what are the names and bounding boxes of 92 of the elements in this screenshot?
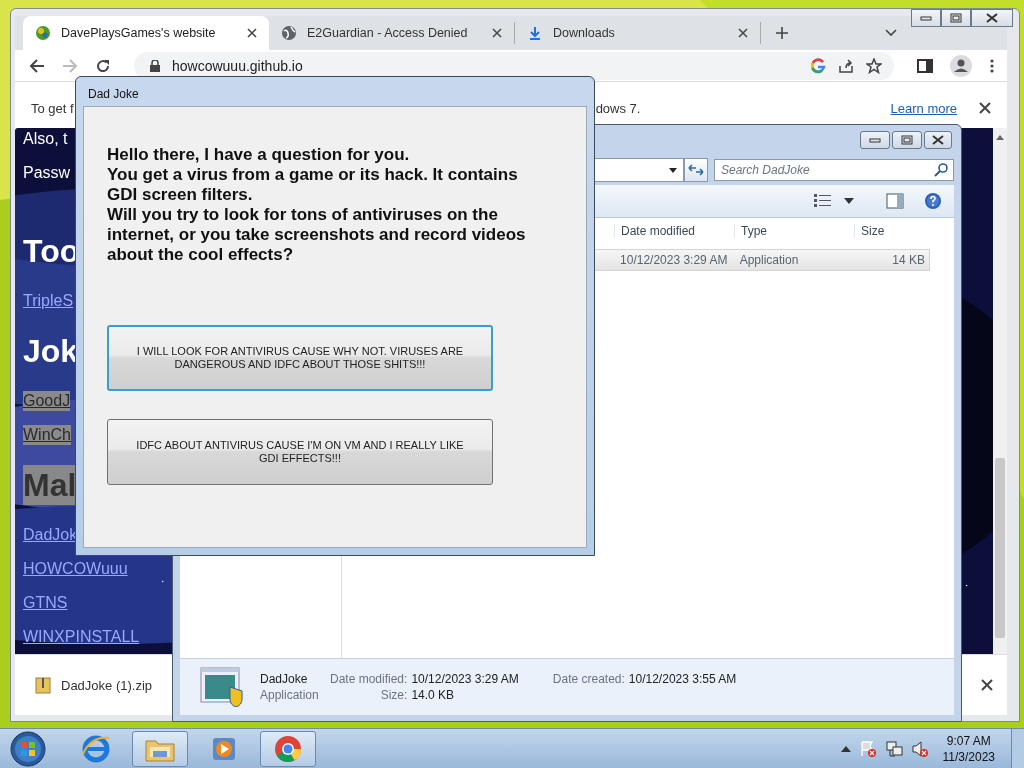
address-bar[interactable]: howcowuuu.github.io bbox=[134, 51, 894, 80]
page-heading: Mal bbox=[23, 465, 77, 505]
scroll-thumb[interactable] bbox=[995, 458, 1005, 638]
close-icon[interactable] bbox=[981, 679, 993, 691]
page-link[interactable]: TripleS bbox=[23, 284, 74, 318]
ball-icon bbox=[35, 25, 51, 41]
colored-ring-icon[interactable] bbox=[810, 57, 826, 74]
file-cell-text: 14 KB bbox=[891, 253, 926, 267]
refresh-button[interactable] bbox=[684, 158, 708, 182]
network-icon[interactable] bbox=[884, 739, 903, 758]
menu-icon[interactable] bbox=[989, 57, 995, 74]
detail-value: 10/12/2023 3:55 AM bbox=[628, 672, 737, 686]
zip-file-icon bbox=[35, 676, 51, 694]
file-type: Application bbox=[260, 688, 320, 702]
close-button[interactable] bbox=[971, 9, 1013, 27]
infobar-text: To get f bbox=[31, 100, 74, 116]
dropdown-icon[interactable] bbox=[844, 198, 854, 204]
minimize-button[interactable] bbox=[911, 9, 941, 27]
reload-icon[interactable] bbox=[95, 57, 111, 74]
detail-label: Date created: bbox=[552, 672, 625, 686]
maximize-icon bbox=[950, 13, 962, 23]
browser-tab[interactable]: DavePlaysGames's website bbox=[23, 16, 269, 50]
page-link[interactable]: WinCh bbox=[23, 425, 71, 445]
page-text: Passw bbox=[23, 163, 71, 183]
close-icon[interactable] bbox=[979, 102, 991, 114]
start-button[interactable] bbox=[10, 730, 46, 767]
infobar-text: dows 7. bbox=[595, 100, 641, 116]
minimize-button[interactable] bbox=[860, 131, 890, 149]
scroll-up-icon[interactable] bbox=[996, 134, 1004, 140]
clock-time: 9:07 AM bbox=[946, 732, 991, 749]
maximize-icon bbox=[901, 135, 913, 145]
answer-button[interactable]: IDFC ABOUT ANTIVIRUS CAUSE I'M ON VM AND I REALLY LIKE GDI EFFECTS!!! bbox=[107, 419, 493, 485]
close-button[interactable] bbox=[924, 131, 952, 149]
close-icon[interactable] bbox=[492, 28, 502, 38]
browser-tab[interactable]: Downloads bbox=[515, 22, 761, 44]
scrollbar[interactable] bbox=[993, 128, 1007, 654]
maximize-button[interactable] bbox=[941, 9, 971, 27]
page-link[interactable]: HOWCOWuuu bbox=[23, 552, 128, 586]
taskbar-button[interactable] bbox=[132, 730, 188, 767]
minimize-icon bbox=[920, 15, 932, 21]
detail-label: Size: bbox=[379, 688, 408, 702]
help-icon[interactable] bbox=[924, 192, 942, 210]
detail-value: 14.0 KB bbox=[411, 688, 456, 702]
page-link[interactable]: GoodJ bbox=[23, 391, 71, 411]
column-header[interactable]: Type bbox=[734, 224, 854, 238]
caret-icon[interactable] bbox=[885, 29, 897, 37]
page-link[interactable]: WINXPINSTALL bbox=[23, 620, 140, 654]
clock-date: 11/3/2023 bbox=[942, 748, 995, 765]
taskbar-button[interactable] bbox=[260, 730, 316, 767]
back-icon[interactable] bbox=[29, 57, 45, 74]
view-list-icon[interactable] bbox=[814, 194, 832, 208]
page-link[interactable]: GTNS bbox=[23, 586, 68, 620]
close-icon[interactable] bbox=[247, 28, 257, 38]
close-icon[interactable] bbox=[738, 28, 748, 38]
preview-pane-icon[interactable] bbox=[886, 193, 904, 209]
dialog-title: Dad Joke bbox=[87, 86, 140, 103]
tray-arrow-icon[interactable] bbox=[840, 745, 851, 752]
column-header[interactable]: Date modified bbox=[614, 224, 734, 238]
flag-alert-icon[interactable] bbox=[858, 739, 877, 758]
page-link[interactable]: DadJok bbox=[23, 518, 78, 552]
refresh-icon bbox=[687, 163, 705, 177]
detail-value: 10/12/2023 3:29 AM bbox=[411, 672, 519, 686]
file-name: DadJoke bbox=[260, 672, 309, 686]
lock-icon bbox=[150, 59, 160, 72]
column-header[interactable]: Size bbox=[854, 224, 930, 238]
profile-icon[interactable] bbox=[950, 54, 972, 77]
star-icon[interactable] bbox=[866, 57, 882, 74]
globe-icon bbox=[281, 25, 297, 41]
browser-tab[interactable]: E2Guardian - Access Denied bbox=[269, 22, 515, 44]
browser-logo-icon bbox=[273, 733, 303, 764]
close-icon bbox=[931, 135, 945, 145]
file-cell-text: Application bbox=[738, 253, 800, 267]
volume-muted-icon[interactable] bbox=[910, 739, 929, 758]
detail-label: Date modified: bbox=[330, 672, 408, 686]
maximize-button[interactable] bbox=[892, 131, 922, 149]
browser-e-icon bbox=[81, 733, 111, 764]
learn-more-link[interactable]: Learn more bbox=[890, 100, 957, 116]
minimize-icon bbox=[869, 137, 881, 143]
answer-button[interactable]: I WILL LOOK FOR ANTIVIRUS CAUSE WHY NOT. VIRUSES ARE DANGEROUS AND IDFC ABOUT THOSE SHITS!!! bbox=[107, 325, 493, 391]
sidebar-icon[interactable] bbox=[917, 57, 933, 74]
page-heading: Jok bbox=[23, 332, 79, 371]
page-text: Also, t bbox=[23, 129, 68, 149]
search-field[interactable]: Search DadJoke bbox=[714, 159, 954, 181]
search-icon bbox=[934, 163, 948, 177]
share-icon[interactable] bbox=[838, 57, 854, 74]
application-icon bbox=[200, 667, 244, 707]
download-item[interactable]: DadJoke (1).zip bbox=[61, 677, 153, 693]
dropdown-icon[interactable] bbox=[669, 167, 677, 173]
file-cell-text: 10/12/2023 3:29 AM bbox=[619, 253, 729, 267]
close-icon bbox=[985, 13, 999, 23]
download-icon bbox=[527, 25, 543, 41]
new-tab-icon[interactable] bbox=[775, 26, 789, 40]
